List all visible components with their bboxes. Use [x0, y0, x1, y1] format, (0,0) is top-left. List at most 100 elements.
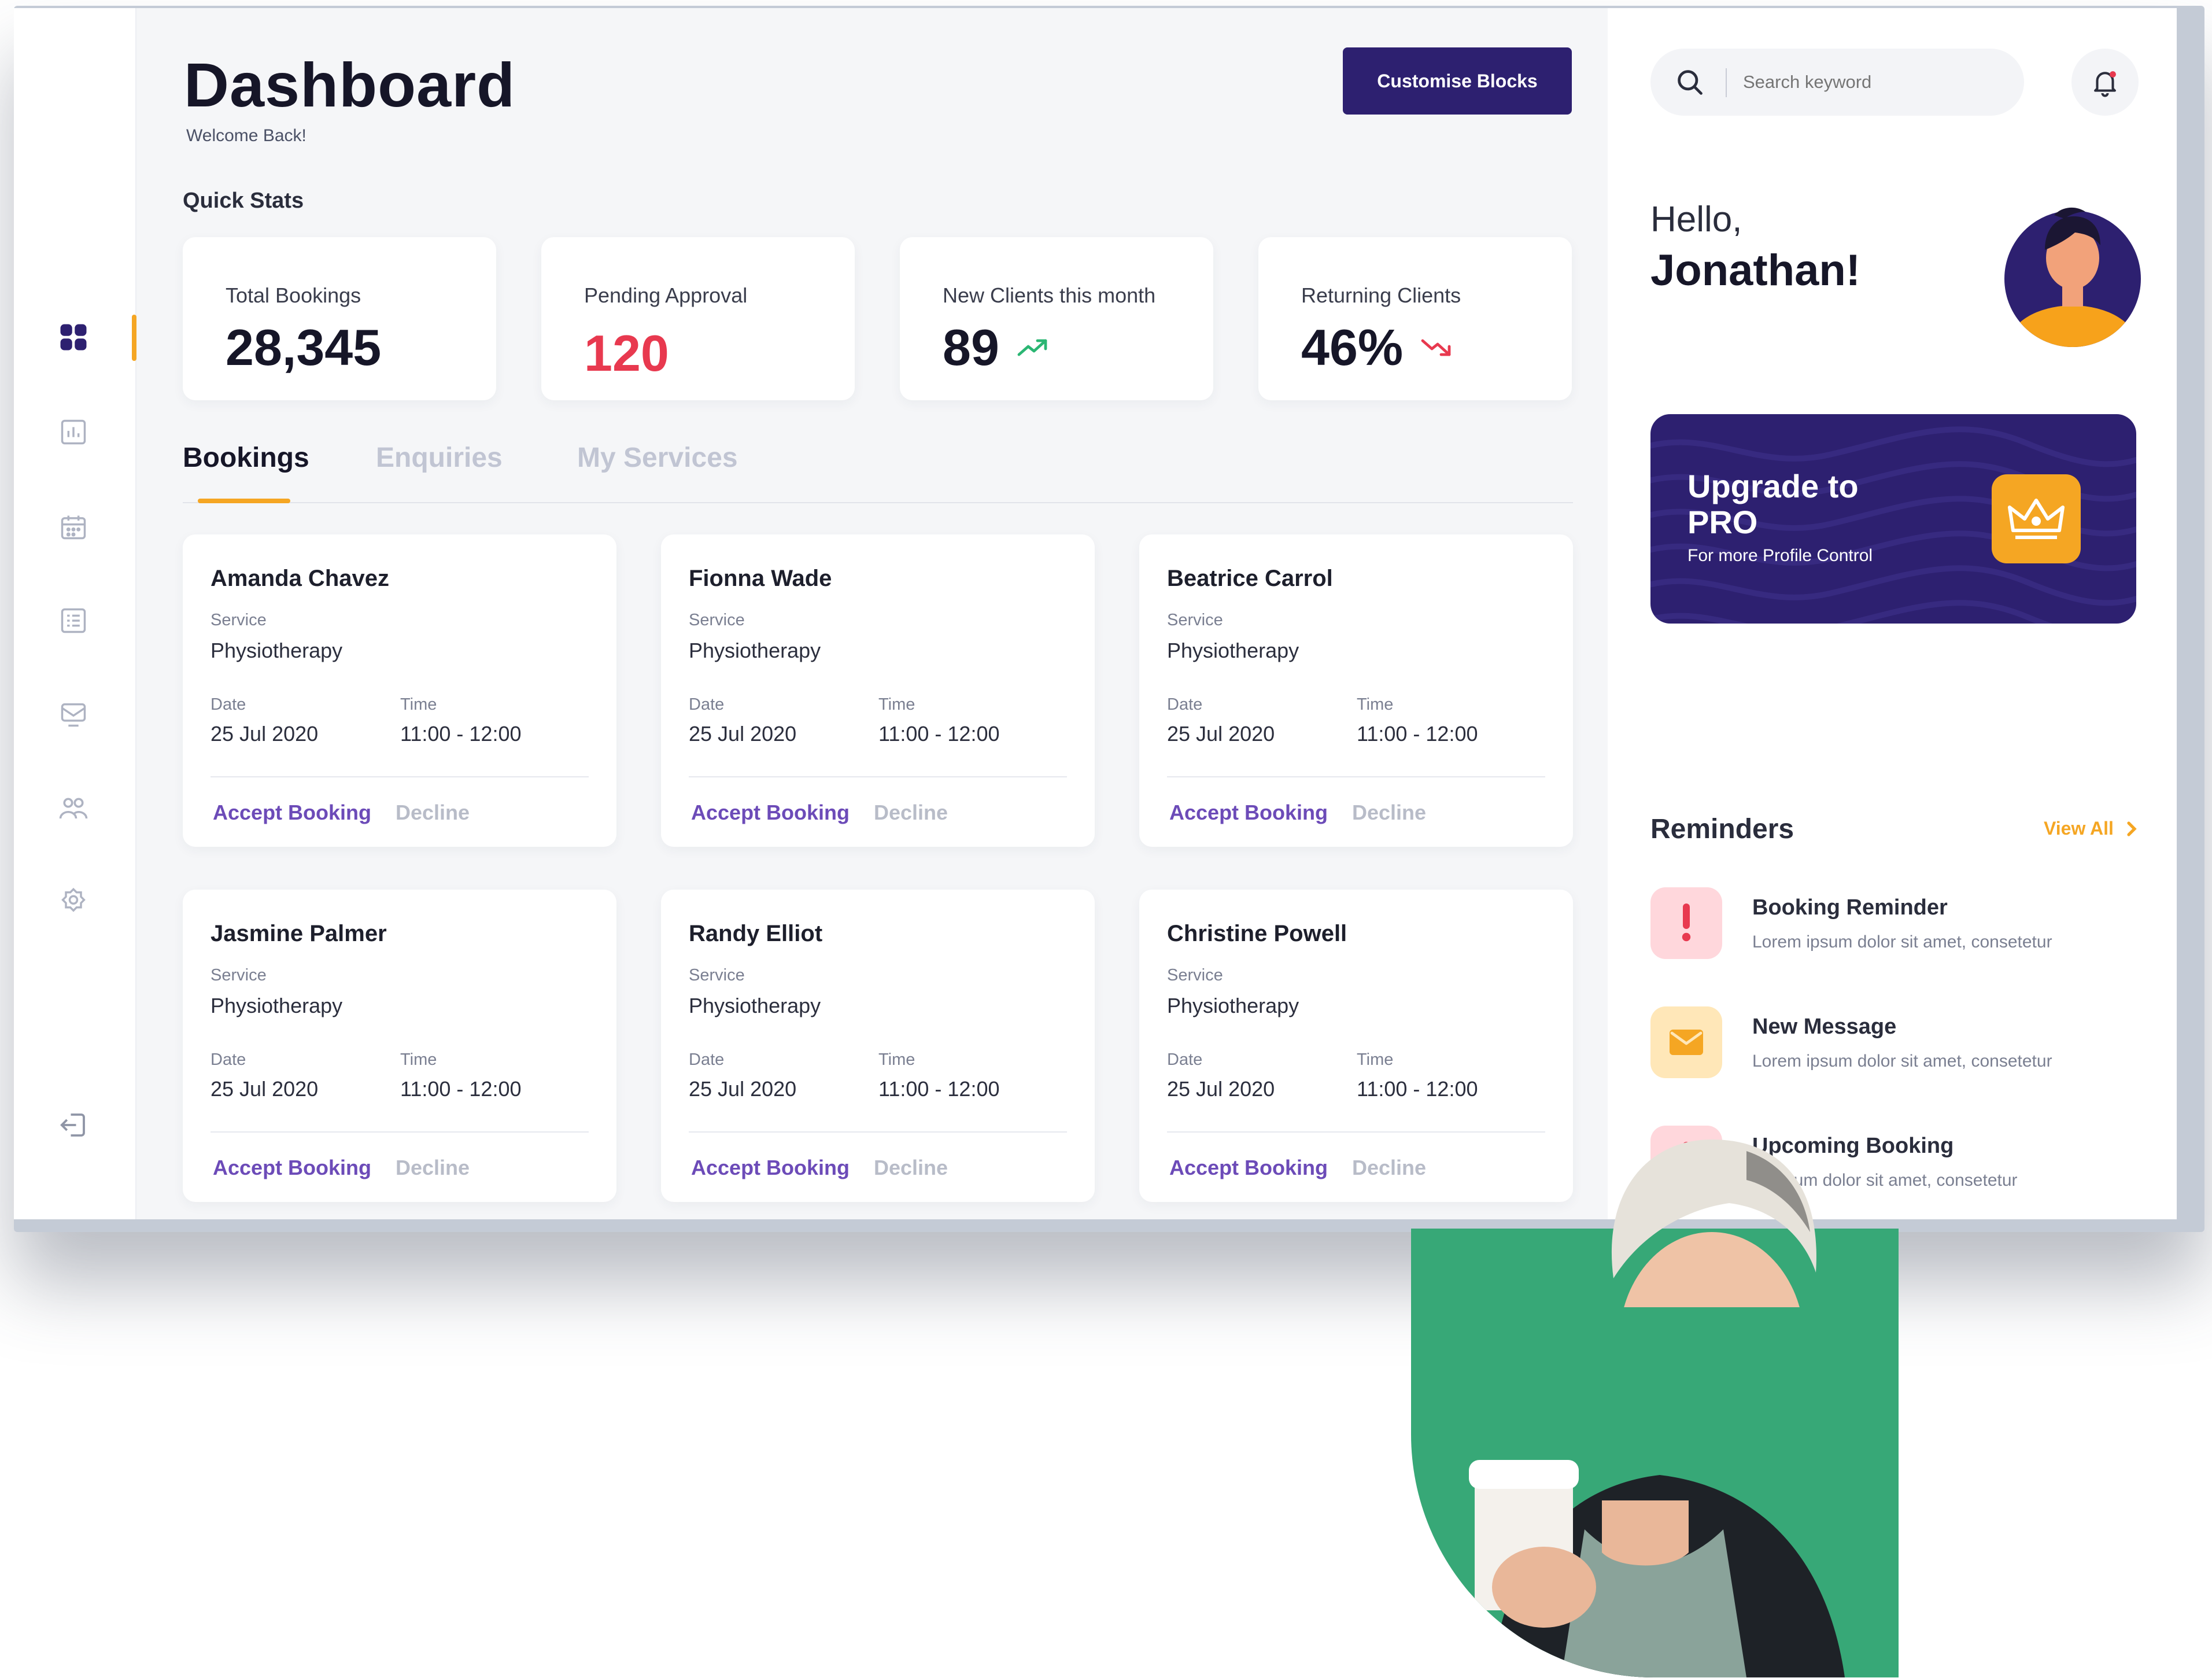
- card-divider: [689, 1131, 1067, 1133]
- sidebar-item-calendar[interactable]: [47, 501, 99, 553]
- accept-booking-button[interactable]: Accept Booking: [1169, 1156, 1328, 1180]
- tab-my-services[interactable]: My Services: [577, 442, 738, 474]
- tab-bookings[interactable]: Bookings: [183, 442, 309, 474]
- time-label: Time: [400, 695, 437, 714]
- service-value: Physiotherapy: [689, 994, 821, 1017]
- service-value: Physiotherapy: [211, 994, 343, 1017]
- decline-button[interactable]: Decline: [396, 1156, 470, 1180]
- users-icon: [59, 798, 88, 819]
- sidebar-item-list[interactable]: [47, 595, 99, 647]
- tab-enquiries[interactable]: Enquiries: [376, 442, 503, 474]
- service-value: Physiotherapy: [211, 639, 343, 662]
- sidebar-item-settings[interactable]: [47, 876, 99, 928]
- booking-card: Amanda Chavez Service Physiotherapy Date…: [183, 534, 616, 847]
- search-bar[interactable]: [1650, 49, 2024, 116]
- view-all-label: View All: [2044, 818, 2114, 839]
- accept-booking-button[interactable]: Accept Booking: [1169, 801, 1328, 825]
- upgrade-pro-banner[interactable]: Upgrade to PRO For more Profile Control: [1650, 414, 2136, 624]
- booking-tabs: Bookings Enquiries My Services: [183, 429, 1573, 503]
- stat-label: New Clients this month: [943, 283, 1156, 307]
- sidebar-item-dashboard[interactable]: [47, 311, 99, 363]
- service-label: Service: [1167, 611, 1223, 629]
- stat-number: 28,345: [226, 319, 382, 376]
- decline-button[interactable]: Decline: [874, 1156, 948, 1180]
- barista-head: [1611, 1139, 1816, 1307]
- quick-stats-label: Quick Stats: [183, 189, 304, 213]
- accept-booking-button[interactable]: Accept Booking: [213, 801, 371, 825]
- date-label: Date: [689, 695, 725, 714]
- stat-label: Total Bookings: [226, 283, 361, 307]
- active-tab-indicator: [198, 499, 290, 503]
- card-divider: [1167, 1131, 1545, 1133]
- time-label: Time: [1357, 695, 1394, 714]
- sidebar-item-inbox[interactable]: [47, 688, 99, 740]
- sidebar-item-users[interactable]: [47, 782, 99, 834]
- main-content: Dashboard Welcome Back! Customise Blocks…: [138, 8, 1607, 1219]
- notifications-button[interactable]: [2071, 49, 2139, 116]
- decline-button[interactable]: Decline: [1352, 801, 1426, 825]
- date-value: 25 Jul 2020: [1167, 722, 1275, 746]
- time-value: 11:00 - 12:00: [400, 1077, 522, 1101]
- date-value: 25 Jul 2020: [211, 722, 319, 746]
- dashboard-grid-icon: [60, 324, 87, 351]
- reminder-title: New Message: [1752, 1015, 1897, 1039]
- right-panel: Hello, Jonathan! Upgrade to PRO F: [1608, 8, 2177, 1219]
- time-label: Time: [1357, 1050, 1394, 1069]
- client-name: Christine Powell: [1167, 921, 1347, 946]
- reminder-text: Lorem ipsum dolor sit amet, consetetur: [1752, 932, 2052, 952]
- stat-card-returning-clients: Returning Clients 46%: [1258, 237, 1572, 400]
- date-value: 25 Jul 2020: [689, 722, 797, 746]
- stat-value: 89: [943, 318, 1049, 377]
- crown-icon: [2008, 499, 2065, 539]
- search-input[interactable]: [1743, 66, 2009, 98]
- search-icon: [1678, 70, 1703, 95]
- time-label: Time: [878, 695, 915, 714]
- time-label: Time: [878, 1050, 915, 1069]
- card-divider: [689, 776, 1067, 777]
- service-value: Physiotherapy: [689, 639, 821, 662]
- sidebar-item-analytics[interactable]: [47, 406, 99, 458]
- page-title: Dashboard: [184, 50, 516, 120]
- inbox-icon: [61, 703, 86, 727]
- settings-icon: [61, 887, 86, 912]
- stat-number: 46%: [1301, 319, 1404, 376]
- booking-card: Fionna Wade Service Physiotherapy Date 2…: [661, 534, 1095, 847]
- card-divider: [1167, 776, 1545, 777]
- time-value: 11:00 - 12:00: [400, 722, 522, 746]
- booking-card: Beatrice Carrol Service Physiotherapy Da…: [1139, 534, 1573, 847]
- accept-booking-button[interactable]: Accept Booking: [691, 801, 850, 825]
- time-value: 11:00 - 12:00: [1357, 1077, 1478, 1101]
- date-label: Date: [211, 695, 246, 714]
- time-value: 11:00 - 12:00: [878, 1077, 1000, 1101]
- date-label: Date: [689, 1050, 725, 1069]
- stat-card-total-bookings: Total Bookings 28,345: [183, 237, 496, 400]
- promo-title: Upgrade to PRO: [1687, 468, 1859, 540]
- calendar-icon: [61, 515, 86, 540]
- time-value: 11:00 - 12:00: [1357, 722, 1478, 746]
- customise-blocks-button[interactable]: Customise Blocks: [1343, 47, 1572, 115]
- date-value: 25 Jul 2020: [689, 1077, 797, 1101]
- reminder-icon-box: [1650, 1006, 1722, 1078]
- decline-button[interactable]: Decline: [1352, 1156, 1426, 1180]
- service-label: Service: [689, 966, 745, 984]
- sidebar-logout[interactable]: [47, 1099, 99, 1151]
- accept-booking-button[interactable]: Accept Booking: [691, 1156, 850, 1180]
- date-value: 25 Jul 2020: [211, 1077, 319, 1101]
- service-label: Service: [211, 966, 267, 984]
- avatar: [2004, 207, 2141, 347]
- alert-icon: [1682, 903, 1691, 942]
- accept-booking-button[interactable]: Accept Booking: [213, 1156, 371, 1180]
- decline-button[interactable]: Decline: [396, 801, 470, 825]
- bell-icon: [2094, 71, 2116, 97]
- date-label: Date: [1167, 695, 1203, 714]
- client-name: Jasmine Palmer: [211, 921, 387, 946]
- stat-value: 46%: [1301, 318, 1453, 377]
- reminder-item[interactable]: Booking Reminder Lorem ipsum dolor sit a…: [1650, 887, 2136, 968]
- reminder-icon-box: [1650, 887, 1722, 959]
- chart-icon: [61, 419, 86, 445]
- reminder-item[interactable]: New Message Lorem ipsum dolor sit amet, …: [1650, 1006, 2136, 1087]
- decline-button[interactable]: Decline: [874, 801, 948, 825]
- trend-up-icon: [1017, 339, 1047, 356]
- view-all-link[interactable]: View All: [2044, 818, 2137, 839]
- trend-down-icon: [1421, 339, 1451, 356]
